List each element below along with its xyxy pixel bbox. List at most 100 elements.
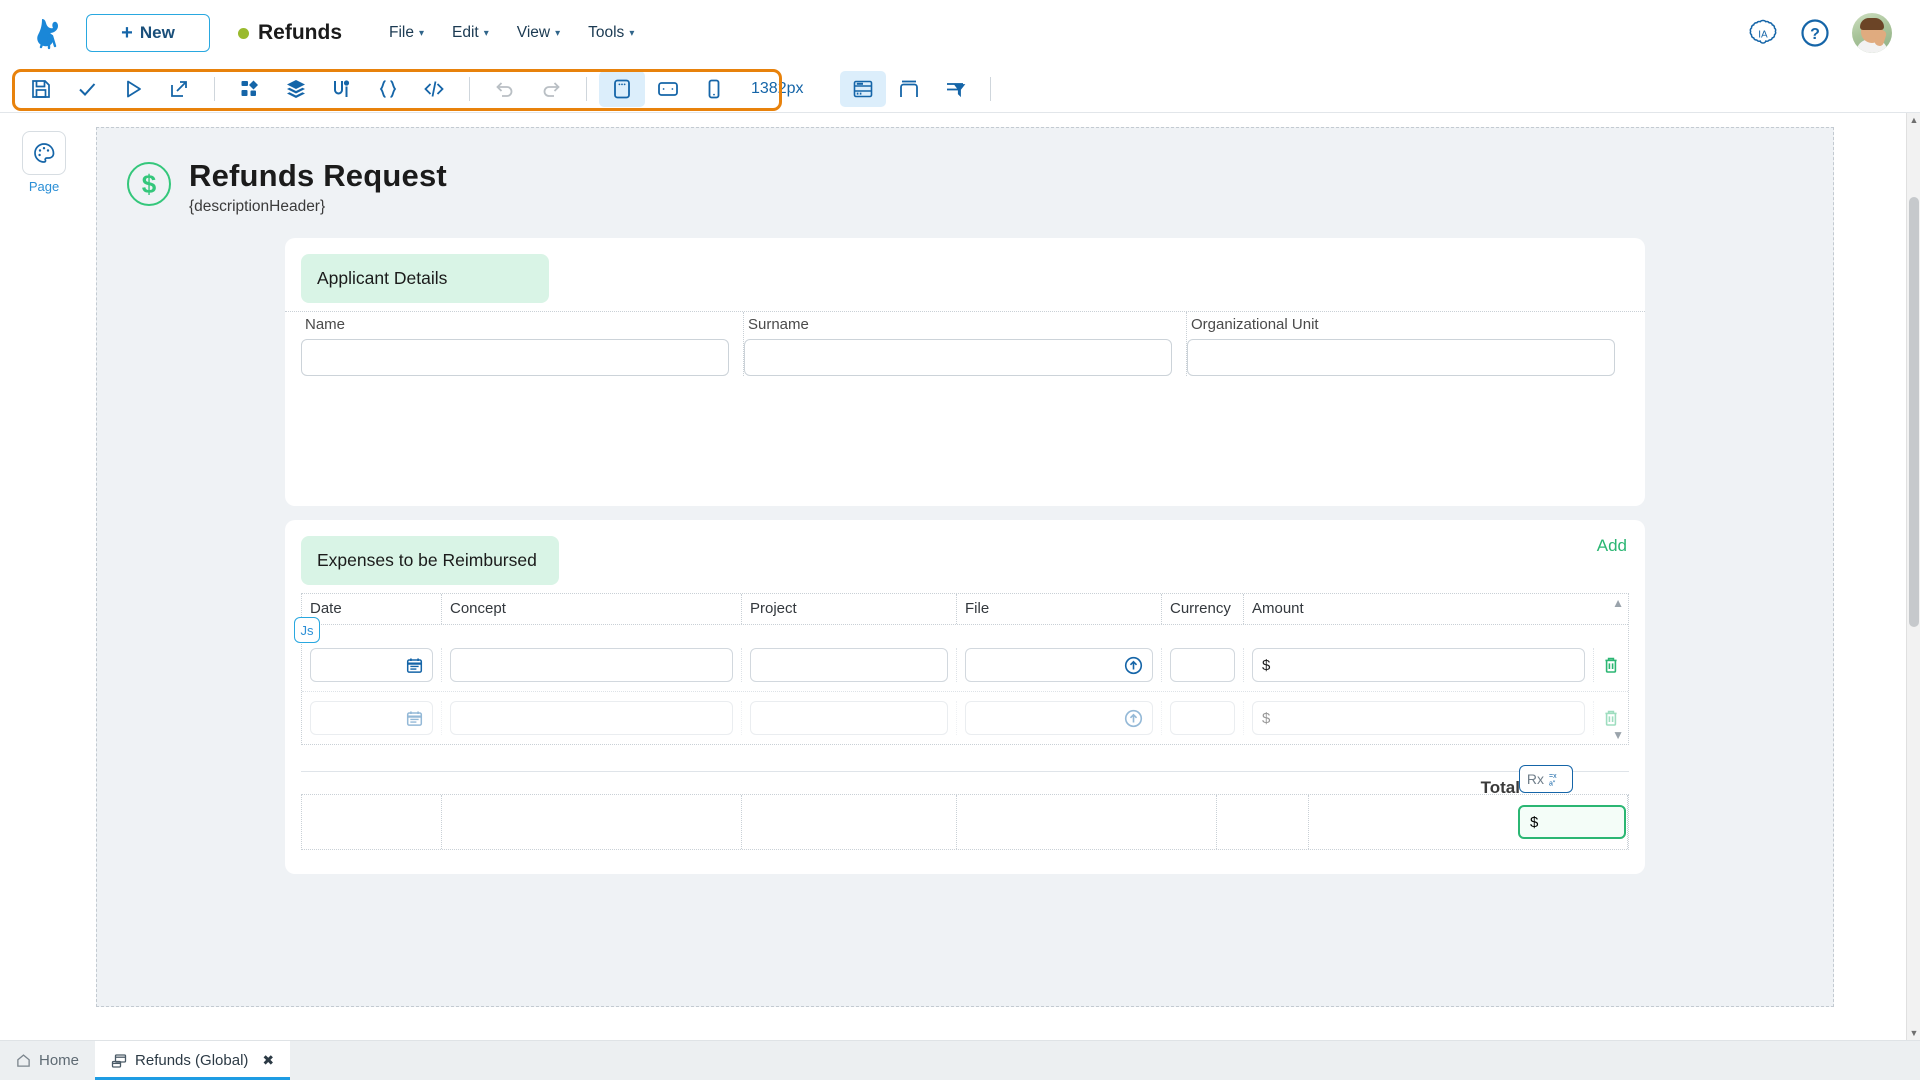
data-flow-icon[interactable] xyxy=(319,71,365,107)
table-row[interactable]: $ xyxy=(302,692,1628,744)
organizational-unit-field[interactable]: Organizational Unit xyxy=(1187,312,1629,376)
deploy-share-icon[interactable] xyxy=(156,71,202,107)
save-icon[interactable] xyxy=(18,71,64,107)
scroll-down-icon[interactable]: ▼ xyxy=(1907,1026,1920,1040)
cell-project[interactable] xyxy=(742,648,957,682)
total-grid[interactable]: Total Rx =x a" xyxy=(301,794,1629,850)
menu-view[interactable]: View ▾ xyxy=(508,18,569,48)
amount-input[interactable]: $ xyxy=(1252,701,1585,735)
canvas-scrollbar[interactable]: ▲ ▼ xyxy=(1906,113,1920,1040)
column-header-file[interactable]: File xyxy=(957,594,1162,624)
chevron-down-icon: ▾ xyxy=(555,28,560,39)
scroll-up-icon[interactable]: ▲ xyxy=(1907,113,1920,127)
amount-input[interactable]: $ xyxy=(1252,648,1585,682)
concept-input[interactable] xyxy=(450,701,733,735)
new-button[interactable]: + New xyxy=(86,14,210,52)
cell-concept[interactable] xyxy=(442,648,742,682)
applicant-details-card[interactable]: Applicant Details Name Surname xyxy=(285,238,1645,506)
date-input[interactable] xyxy=(310,701,433,735)
cell-amount[interactable]: $ xyxy=(1244,701,1594,735)
filter-icon[interactable] xyxy=(932,71,978,107)
project-input[interactable] xyxy=(750,701,948,735)
upload-circle-icon[interactable] xyxy=(1124,656,1143,675)
delete-row-button[interactable] xyxy=(1594,656,1628,674)
desktop-preview-icon[interactable] xyxy=(599,71,645,107)
add-expense-button[interactable]: Add xyxy=(1597,536,1627,556)
menu-tools[interactable]: Tools ▾ xyxy=(579,18,643,48)
js-script-badge[interactable]: Js xyxy=(294,617,320,643)
svg-text:=x: =x xyxy=(1549,773,1557,780)
grid-scroll-up-icon[interactable]: ▲ xyxy=(1612,596,1624,610)
table-row[interactable]: Js xyxy=(302,639,1628,692)
menu-file-label: File xyxy=(389,24,414,42)
delete-row-button[interactable] xyxy=(1594,709,1628,727)
code-icon[interactable] xyxy=(411,71,457,107)
cell-amount[interactable]: $ xyxy=(1244,648,1594,682)
design-canvas[interactable]: $ Refunds Request {descriptionHeader} Ap… xyxy=(96,127,1834,1007)
file-input[interactable] xyxy=(965,648,1153,682)
svg-text:?: ? xyxy=(1810,26,1820,43)
menu-file[interactable]: File ▾ xyxy=(380,18,433,48)
sidebar-item-page[interactable]: Page xyxy=(22,131,66,194)
column-header-concept[interactable]: Concept xyxy=(442,594,742,624)
cell-file[interactable] xyxy=(957,701,1162,735)
cell-date[interactable] xyxy=(302,701,442,735)
kleeen-logo-icon[interactable] xyxy=(26,11,70,55)
toolbar: 1382px xyxy=(0,66,1920,112)
name-field[interactable]: Name xyxy=(301,312,744,376)
formula-badge[interactable]: Rx =x a" xyxy=(1519,765,1573,793)
ai-assistant-icon[interactable]: IA xyxy=(1748,18,1778,48)
calendar-icon[interactable] xyxy=(406,657,423,674)
tab-refunds-global[interactable]: Refunds (Global) ✖ xyxy=(95,1041,290,1080)
panel-top-icon[interactable] xyxy=(886,71,932,107)
braces-icon[interactable] xyxy=(365,71,411,107)
tablet-preview-icon[interactable] xyxy=(645,71,691,107)
layers-icon[interactable] xyxy=(273,71,319,107)
panel-left-icon[interactable] xyxy=(840,71,886,107)
column-header-project[interactable]: Project xyxy=(742,594,957,624)
chevron-down-icon: ▾ xyxy=(484,28,489,39)
help-question-icon[interactable]: ? xyxy=(1800,18,1830,48)
date-input[interactable] xyxy=(310,648,433,682)
column-header-date[interactable]: Date xyxy=(302,594,442,624)
cell-date[interactable] xyxy=(302,648,442,682)
validate-check-icon[interactable] xyxy=(64,71,110,107)
cell-currency[interactable] xyxy=(1162,701,1244,735)
currency-input[interactable] xyxy=(1170,701,1235,735)
calendar-icon[interactable] xyxy=(406,710,423,727)
menu-edit[interactable]: Edit ▾ xyxy=(443,18,498,48)
concept-input[interactable] xyxy=(450,648,733,682)
undo-icon[interactable] xyxy=(482,71,528,107)
section-divider xyxy=(301,771,1629,772)
tab-home[interactable]: Home xyxy=(0,1041,95,1080)
redo-icon[interactable] xyxy=(528,71,574,107)
run-play-icon[interactable] xyxy=(110,71,156,107)
components-icon[interactable] xyxy=(227,71,273,107)
viewport-width-label[interactable]: 1382px xyxy=(751,80,804,98)
cell-currency[interactable] xyxy=(1162,648,1244,682)
surname-field[interactable]: Surname xyxy=(744,312,1187,376)
cell-concept[interactable] xyxy=(442,701,742,735)
mobile-preview-icon[interactable] xyxy=(691,71,737,107)
upload-circle-icon[interactable] xyxy=(1124,709,1143,728)
project-input[interactable] xyxy=(750,648,948,682)
organizational-unit-input[interactable] xyxy=(1187,339,1615,376)
surname-input[interactable] xyxy=(744,339,1172,376)
currency-input[interactable] xyxy=(1170,648,1235,682)
canvas-scroll-area[interactable]: $ Refunds Request {descriptionHeader} Ap… xyxy=(88,113,1920,1040)
total-amount-input[interactable]: $ xyxy=(1518,805,1626,839)
plus-icon: + xyxy=(121,23,133,43)
file-input[interactable] xyxy=(965,701,1153,735)
column-header-currency[interactable]: Currency xyxy=(1162,594,1244,624)
grid-scroll-down-icon[interactable]: ▼ xyxy=(1612,728,1624,742)
column-header-amount[interactable]: Amount xyxy=(1244,594,1628,624)
expenses-grid[interactable]: Date Concept Project File Currency Amoun… xyxy=(301,593,1629,745)
home-icon xyxy=(16,1053,31,1068)
close-icon[interactable]: ✖ xyxy=(262,1052,274,1069)
cell-project[interactable] xyxy=(742,701,957,735)
name-input[interactable] xyxy=(301,339,729,376)
expenses-card[interactable]: Expenses to be Reimbursed Add Date Conce… xyxy=(285,520,1645,874)
avatar[interactable] xyxy=(1852,13,1892,53)
cell-file[interactable] xyxy=(957,648,1162,682)
scrollbar-thumb[interactable] xyxy=(1909,197,1919,627)
